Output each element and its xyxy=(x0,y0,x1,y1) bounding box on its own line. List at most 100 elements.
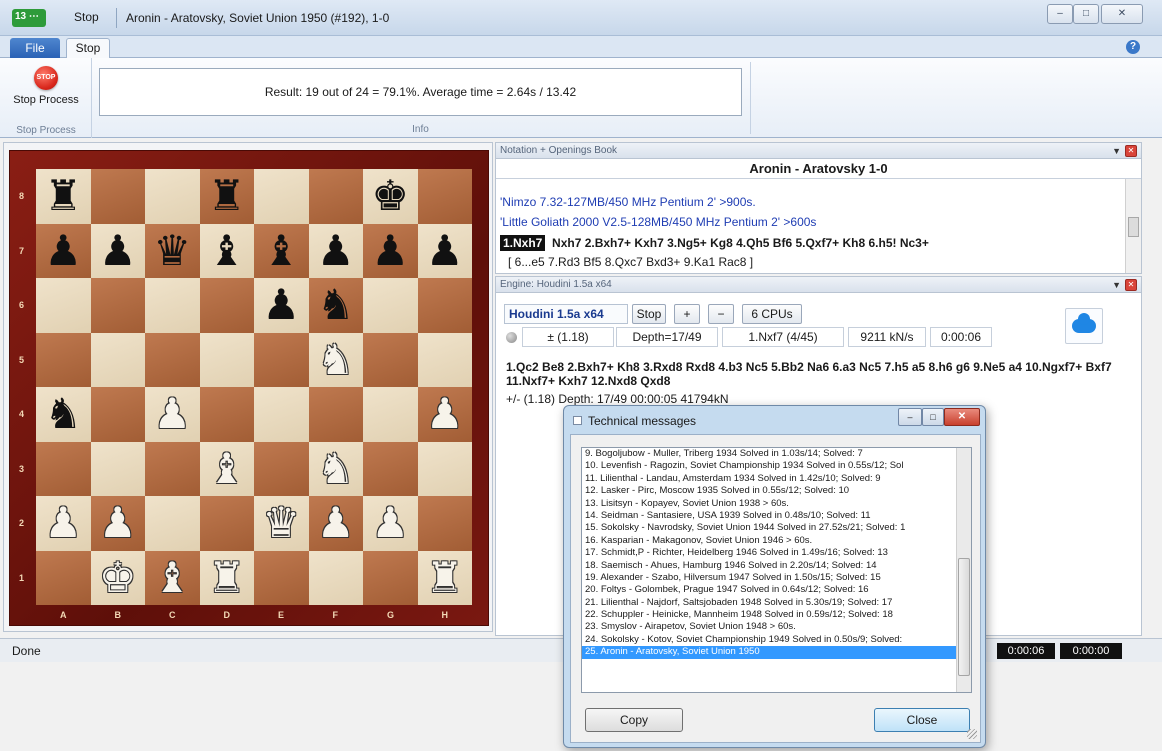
message-item[interactable]: 19. Alexander - Szabo, Hilversum 1947 So… xyxy=(582,572,971,584)
book-comment-1[interactable]: 'Nimzo 7.32-127MB/450 MHz Pentium 2' >90… xyxy=(500,195,756,209)
black-knight-icon[interactable]: ♞ xyxy=(317,284,355,326)
chess-board[interactable]: ♜ ♜ ♚ ♟ ♟ ♛ ♝ ♝ ♟ ♟ ♟ ♟ ♞ ♞ ♞ ♟ ♟ ♝ ♞ ♟ ♟ ♛ ♟ ♟ ♚ ♝ ♜ ♜ xyxy=(36,169,472,605)
square-d3[interactable]: ♝ xyxy=(199,441,254,496)
dialog-title-bar[interactable]: Technical messages – □ ✕ xyxy=(564,406,985,434)
black-bishop-icon[interactable]: ♝ xyxy=(208,229,246,272)
square-g1[interactable] xyxy=(363,550,418,605)
black-rook-icon[interactable]: ♜ xyxy=(208,175,246,217)
square-b6[interactable] xyxy=(90,278,145,333)
square-f1[interactable] xyxy=(308,550,363,605)
message-item[interactable]: 18. Saemisch - Ahues, Hamburg 1946 Solve… xyxy=(582,560,971,572)
square-d5[interactable] xyxy=(199,332,254,387)
square-e4[interactable] xyxy=(254,387,309,442)
square-g3[interactable] xyxy=(363,441,418,496)
square-h6[interactable] xyxy=(417,278,472,333)
main-line-moves[interactable]: Nxh7 2.Bxh7+ Kxh7 3.Ng5+ Kg8 4.Qh5 Bf6 5… xyxy=(552,236,929,250)
close-window-button[interactable]: ✕ xyxy=(1101,4,1143,24)
current-move[interactable]: 1.Nxh7 xyxy=(500,235,546,251)
remove-engine-button[interactable]: − xyxy=(708,304,734,324)
engine-stop-button[interactable]: Stop xyxy=(632,304,666,324)
tab-file[interactable]: File xyxy=(10,38,60,58)
message-item[interactable]: 16. Kasparian - Makagonov, Soviet Union … xyxy=(582,535,971,547)
scroll-thumb[interactable] xyxy=(1128,217,1139,237)
app-icon[interactable]: 13 ⋯ xyxy=(12,9,46,27)
square-g7[interactable]: ♟ xyxy=(363,223,418,278)
square-a1[interactable] xyxy=(36,550,91,605)
engine-name[interactable]: Houdini 1.5a x64 xyxy=(504,304,628,324)
square-d6[interactable] xyxy=(199,278,254,333)
tab-stop[interactable]: Stop xyxy=(66,38,110,59)
square-g5[interactable] xyxy=(363,332,418,387)
black-rook-icon[interactable]: ♜ xyxy=(44,175,82,217)
square-f6[interactable]: ♞ xyxy=(308,278,363,333)
square-h3[interactable] xyxy=(417,441,472,496)
dialog-maximize-button[interactable]: □ xyxy=(922,408,944,426)
dialog-close-icon[interactable]: ✕ xyxy=(944,408,980,426)
black-bishop-icon[interactable]: ♝ xyxy=(262,229,300,272)
square-b2[interactable]: ♟ xyxy=(90,496,145,551)
main-line[interactable]: 1.Nxh7 Nxh7 2.Bxh7+ Kxh7 3.Ng5+ Kg8 4.Qh… xyxy=(500,235,929,251)
square-c1[interactable]: ♝ xyxy=(145,550,200,605)
square-c6[interactable] xyxy=(145,278,200,333)
white-rook-icon[interactable]: ♜ xyxy=(208,556,246,599)
square-a6[interactable] xyxy=(36,278,91,333)
square-c8[interactable] xyxy=(145,169,200,224)
cpus-button[interactable]: 6 CPUs xyxy=(742,304,802,324)
book-comment-2[interactable]: 'Little Goliath 2000 V2.5-128MB/450 MHz … xyxy=(500,215,816,229)
square-d2[interactable] xyxy=(199,496,254,551)
square-f8[interactable] xyxy=(308,169,363,224)
minimize-button[interactable]: – xyxy=(1047,4,1073,24)
add-engine-button[interactable]: + xyxy=(674,304,700,324)
message-item[interactable]: 12. Lasker - Pirc, Moscow 1935 Solved in… xyxy=(582,485,971,497)
square-h5[interactable] xyxy=(417,332,472,387)
square-c5[interactable] xyxy=(145,332,200,387)
square-b7[interactable]: ♟ xyxy=(90,223,145,278)
white-queen-icon[interactable]: ♛ xyxy=(262,502,300,544)
message-item[interactable]: 14. Seidman - Santasiere, USA 1939 Solve… xyxy=(582,510,971,522)
message-item[interactable]: 25. Aronin - Aratovsky, Soviet Union 195… xyxy=(582,646,971,659)
square-a4[interactable]: ♞ xyxy=(36,387,91,442)
square-b1[interactable]: ♚ xyxy=(90,550,145,605)
square-h4[interactable]: ♟ xyxy=(417,387,472,442)
black-queen-icon[interactable]: ♛ xyxy=(153,229,191,272)
square-h7[interactable]: ♟ xyxy=(417,223,472,278)
square-f7[interactable]: ♟ xyxy=(308,223,363,278)
maximize-button[interactable]: □ xyxy=(1073,4,1099,24)
square-d4[interactable] xyxy=(199,387,254,442)
square-a5[interactable] xyxy=(36,332,91,387)
message-item[interactable]: 13. Lisitsyn - Kopayev, Soviet Union 193… xyxy=(582,498,971,510)
square-a8[interactable]: ♜ xyxy=(36,169,91,224)
resize-grip[interactable] xyxy=(967,729,977,739)
messages-scrollbar[interactable] xyxy=(956,448,971,692)
panel-close-icon[interactable]: ✕ xyxy=(1125,279,1137,291)
square-b4[interactable] xyxy=(90,387,145,442)
white-knight-icon[interactable]: ♞ xyxy=(317,338,355,381)
square-a7[interactable]: ♟ xyxy=(36,223,91,278)
message-item[interactable]: 22. Schuppler - Heinicke, Mannheim 1948 … xyxy=(582,609,971,621)
square-e2[interactable]: ♛ xyxy=(254,496,309,551)
square-h2[interactable] xyxy=(417,496,472,551)
square-g6[interactable] xyxy=(363,278,418,333)
white-knight-icon[interactable]: ♞ xyxy=(317,447,355,490)
square-a3[interactable] xyxy=(36,441,91,496)
square-f2[interactable]: ♟ xyxy=(308,496,363,551)
black-pawn-icon[interactable]: ♟ xyxy=(371,229,409,272)
message-item[interactable]: 9. Bogoljubow - Muller, Triberg 1934 Sol… xyxy=(582,448,971,460)
square-d8[interactable]: ♜ xyxy=(199,169,254,224)
square-g8[interactable]: ♚ xyxy=(363,169,418,224)
square-c3[interactable] xyxy=(145,441,200,496)
white-pawn-icon[interactable]: ♟ xyxy=(426,393,464,435)
scroll-thumb[interactable] xyxy=(958,558,970,676)
square-g2[interactable]: ♟ xyxy=(363,496,418,551)
black-knight-icon[interactable]: ♞ xyxy=(44,393,82,435)
square-e8[interactable] xyxy=(254,169,309,224)
cloud-button[interactable] xyxy=(1065,308,1103,344)
stop-process-button[interactable]: STOP Stop Process xyxy=(10,62,82,122)
square-e7[interactable]: ♝ xyxy=(254,223,309,278)
black-king-icon[interactable]: ♚ xyxy=(371,175,409,217)
white-pawn-icon[interactable]: ♟ xyxy=(44,502,82,544)
message-item[interactable]: 15. Sokolsky - Navrodsky, Soviet Union 1… xyxy=(582,522,971,534)
square-a2[interactable]: ♟ xyxy=(36,496,91,551)
message-item[interactable]: 11. Lilienthal - Landau, Amsterdam 1934 … xyxy=(582,473,971,485)
black-pawn-icon[interactable]: ♟ xyxy=(99,229,137,272)
